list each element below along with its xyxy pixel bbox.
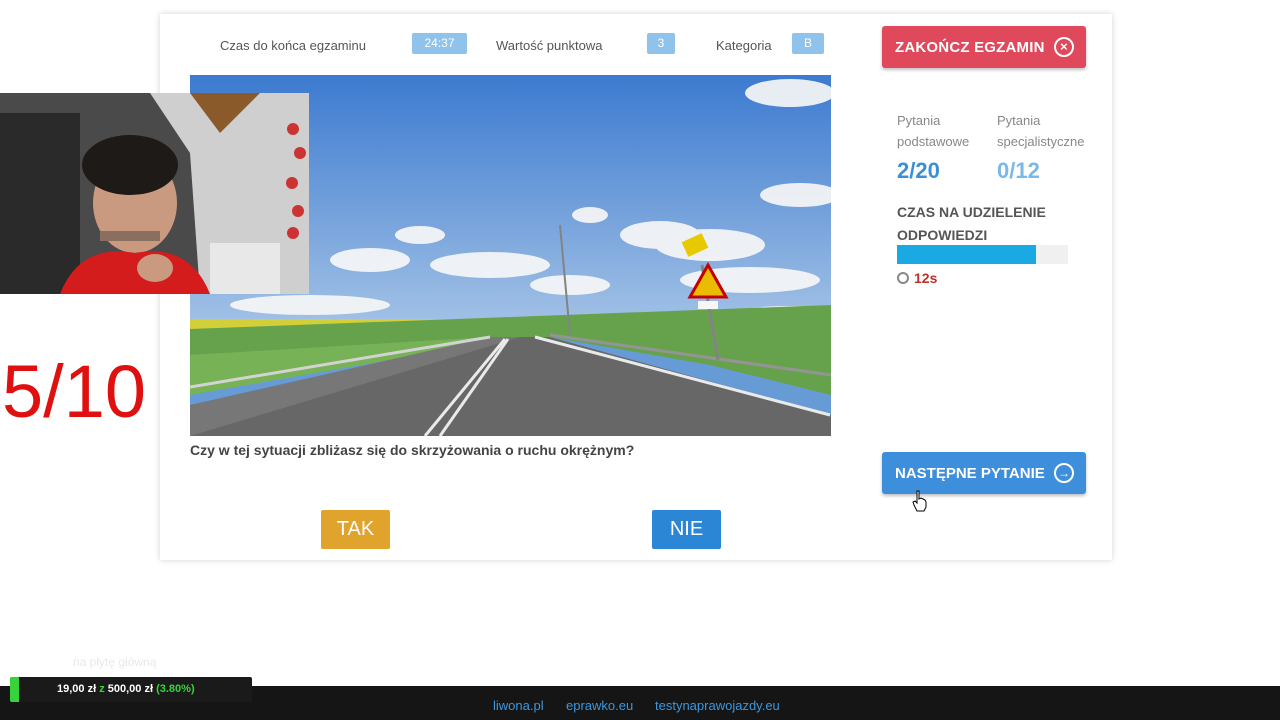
score-overlay: 5/10 (2, 350, 147, 433)
answer-yes-button[interactable]: TAK (321, 510, 390, 549)
arrow-right-circle-icon: → (1054, 463, 1074, 483)
special-questions-value: 0/12 (997, 158, 1040, 183)
donation-progress-bar (10, 677, 19, 702)
webcam-image (0, 93, 309, 294)
webcam-overlay (0, 93, 309, 294)
time-remaining-badge: 24:37 (412, 33, 467, 54)
footer-link-eprawko[interactable]: eprawko.eu (566, 698, 633, 713)
question-text: Czy w tej sytuacji zbliżasz się do skrzy… (190, 442, 635, 458)
category-badge: B (792, 33, 824, 54)
footer-link-liwona[interactable]: liwona.pl (493, 698, 544, 713)
donation-current: 19,00 zł (57, 683, 97, 695)
category-label: Kategoria (716, 38, 772, 53)
hand-cursor-icon (912, 490, 927, 512)
answer-time-progress-fill (897, 245, 1036, 264)
donation-percent: (3.80%) (156, 683, 195, 695)
close-circle-icon: × (1054, 37, 1074, 57)
answer-timer-value: 12s (914, 270, 938, 286)
donation-text: 19,00 zł z 500,00 zł (3.80%) (57, 683, 195, 695)
basic-questions-value: 2/20 (897, 158, 940, 183)
basic-questions-label-line1: Pytania (897, 113, 941, 128)
answer-timer: 12s (897, 270, 937, 286)
ghost-overlay-text: na płytę główną (73, 655, 157, 669)
answer-time-progress (897, 245, 1068, 264)
special-questions-label: Pytania specjalistyczne (997, 110, 1084, 152)
answer-no-button[interactable]: NIE (652, 510, 721, 549)
points-label: Wartość punktowa (496, 38, 603, 53)
donation-goal: 500,00 zł (107, 683, 154, 695)
points-badge: 3 (647, 33, 675, 54)
footer-link-testy[interactable]: testynaprawojazdy.eu (655, 698, 780, 713)
special-questions-label-line1: Pytania (997, 113, 1041, 128)
donation-separator: z (99, 683, 105, 695)
clock-icon (897, 272, 909, 284)
end-exam-label: ZAKOŃCZ EGZAMIN (895, 38, 1045, 56)
next-question-button[interactable]: NASTĘPNE PYTANIE → (882, 452, 1086, 494)
next-question-label: NASTĘPNE PYTANIE (895, 464, 1045, 482)
basic-questions-label-line2: podstawowe (897, 134, 970, 149)
answer-time-label: CZAS NA UDZIELENIE ODPOWIEDZI (897, 204, 1046, 243)
basic-questions-label: Pytania podstawowe (897, 110, 969, 152)
donation-goal-widget: 19,00 zł z 500,00 zł (3.80%) (10, 677, 252, 702)
special-questions-label-line2: specjalistyczne (997, 134, 1085, 149)
end-exam-button[interactable]: ZAKOŃCZ EGZAMIN × (882, 26, 1086, 68)
time-remaining-label: Czas do końca egzaminu (220, 38, 366, 53)
